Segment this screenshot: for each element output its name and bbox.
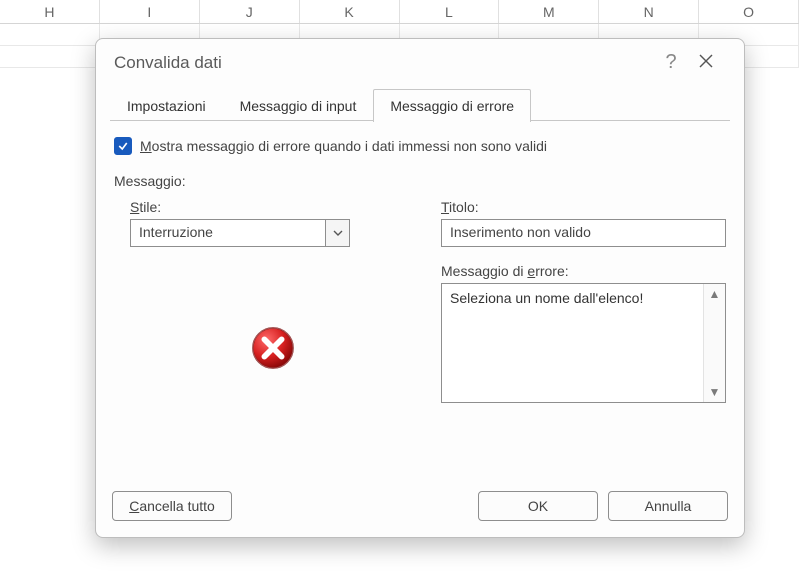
tab-settings[interactable]: Impostazioni <box>110 89 223 122</box>
tab-input-message[interactable]: Messaggio di input <box>223 89 374 122</box>
error-message-value: Seleziona un nome dall'elenco! <box>442 284 703 402</box>
stop-error-icon <box>250 325 296 371</box>
ok-button[interactable]: OK <box>478 491 598 521</box>
col-header[interactable]: O <box>699 0 799 23</box>
title-label: Titolo: <box>441 199 726 215</box>
dialog-content: Mostra messaggio di errore quando i dati… <box>96 121 744 479</box>
tab-error-message[interactable]: Messaggio di errore <box>373 89 531 122</box>
style-label: Stile: <box>130 199 415 215</box>
close-button[interactable] <box>686 53 726 72</box>
dialog-title: Convalida dati <box>114 53 656 73</box>
textarea-scrollbar[interactable]: ▲ ▼ <box>703 284 725 402</box>
style-dropdown-button[interactable] <box>325 220 349 246</box>
help-button[interactable]: ? <box>656 51 686 74</box>
scroll-down-icon: ▼ <box>709 386 721 398</box>
dialog-button-bar: Cancella tutto OK Annulla <box>96 479 744 537</box>
dialog-titlebar: Convalida dati ? <box>96 39 744 80</box>
spreadsheet-column-headers: H I J K L M N O <box>0 0 799 24</box>
show-error-checkbox[interactable] <box>114 137 132 155</box>
chevron-down-icon <box>333 230 343 236</box>
style-value: Interruzione <box>131 220 325 246</box>
dialog-tabs: Impostazioni Messaggio di input Messaggi… <box>110 88 730 121</box>
col-header[interactable]: L <box>400 0 500 23</box>
title-input[interactable]: Inserimento non valido <box>441 219 726 247</box>
style-preview <box>130 253 415 403</box>
cancel-button[interactable]: Annulla <box>608 491 728 521</box>
col-header[interactable]: N <box>599 0 699 23</box>
data-validation-dialog: Convalida dati ? Impostazioni Messaggio … <box>95 38 745 538</box>
check-icon <box>117 140 129 152</box>
show-error-label: Mostra messaggio di errore quando i dati… <box>140 138 547 154</box>
style-combobox[interactable]: Interruzione <box>130 219 350 247</box>
close-icon <box>698 53 714 69</box>
message-section-label: Messaggio: <box>114 173 726 189</box>
scroll-up-icon: ▲ <box>709 288 721 300</box>
col-header[interactable]: K <box>300 0 400 23</box>
clear-all-button[interactable]: Cancella tutto <box>112 491 232 521</box>
col-header[interactable]: I <box>100 0 200 23</box>
error-message-label: Messaggio di errore: <box>441 263 726 279</box>
error-message-textarea[interactable]: Seleziona un nome dall'elenco! ▲ ▼ <box>441 283 726 403</box>
col-header[interactable]: M <box>499 0 599 23</box>
col-header[interactable]: J <box>200 0 300 23</box>
col-header[interactable]: H <box>0 0 100 23</box>
